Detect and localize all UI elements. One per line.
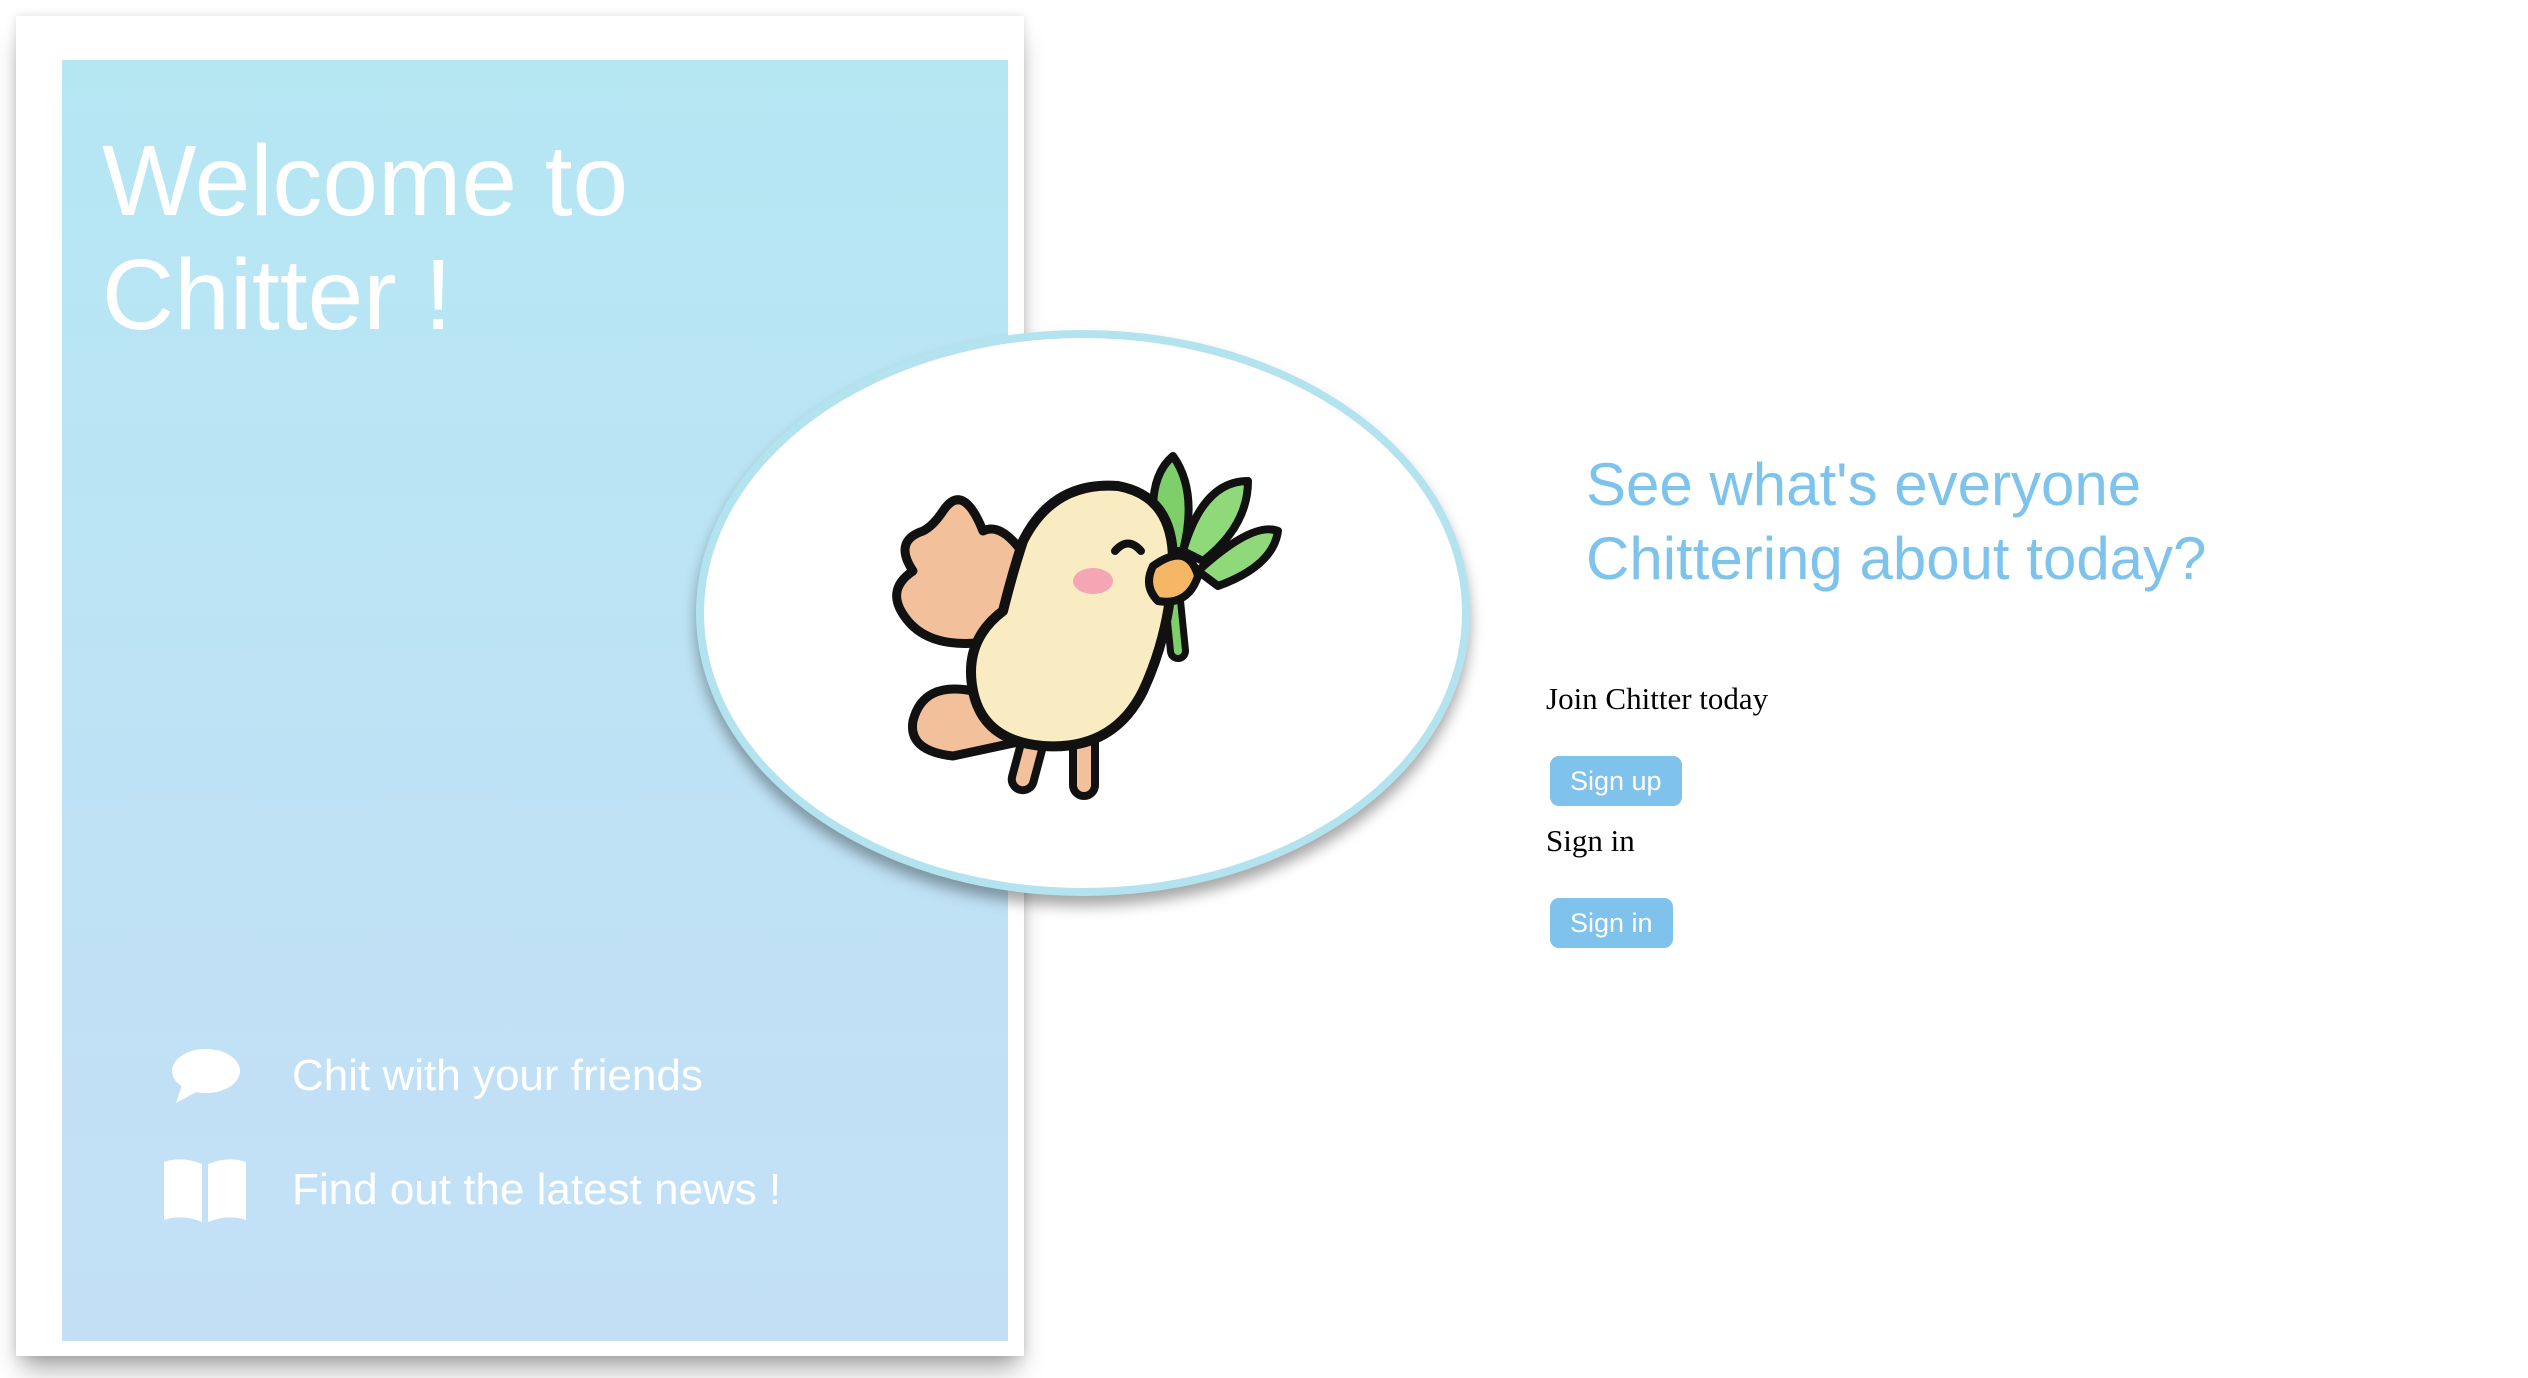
feature-chit-label: Chit with your friends bbox=[292, 1051, 703, 1100]
feature-chit: Chit with your friends bbox=[160, 1038, 703, 1114]
join-label: Join Chitter today bbox=[1546, 681, 1769, 716]
bird-mascot-icon bbox=[853, 401, 1313, 826]
welcome-line-1: Welcome to bbox=[102, 125, 629, 237]
welcome-heading: Welcome to Chitter ! bbox=[102, 124, 802, 352]
feature-news-label: Find out the latest news ! bbox=[292, 1165, 782, 1214]
welcome-line-2: Chitter ! bbox=[102, 239, 453, 351]
tagline: See what's everyone Chittering about toda… bbox=[1586, 448, 2386, 596]
sign-in-label: Sign in bbox=[1546, 823, 1635, 858]
mascot-frame bbox=[696, 330, 1470, 896]
tagline-line-2: Chittering about today? bbox=[1586, 525, 2207, 592]
feature-news: Find out the latest news ! bbox=[160, 1152, 781, 1228]
sign-up-button[interactable]: Sign up bbox=[1550, 756, 1682, 806]
tagline-line-1: See what's everyone bbox=[1586, 451, 2142, 518]
speech-bubble-icon bbox=[160, 1038, 250, 1114]
sign-in-button[interactable]: Sign in bbox=[1550, 898, 1673, 948]
open-book-icon bbox=[160, 1152, 250, 1228]
